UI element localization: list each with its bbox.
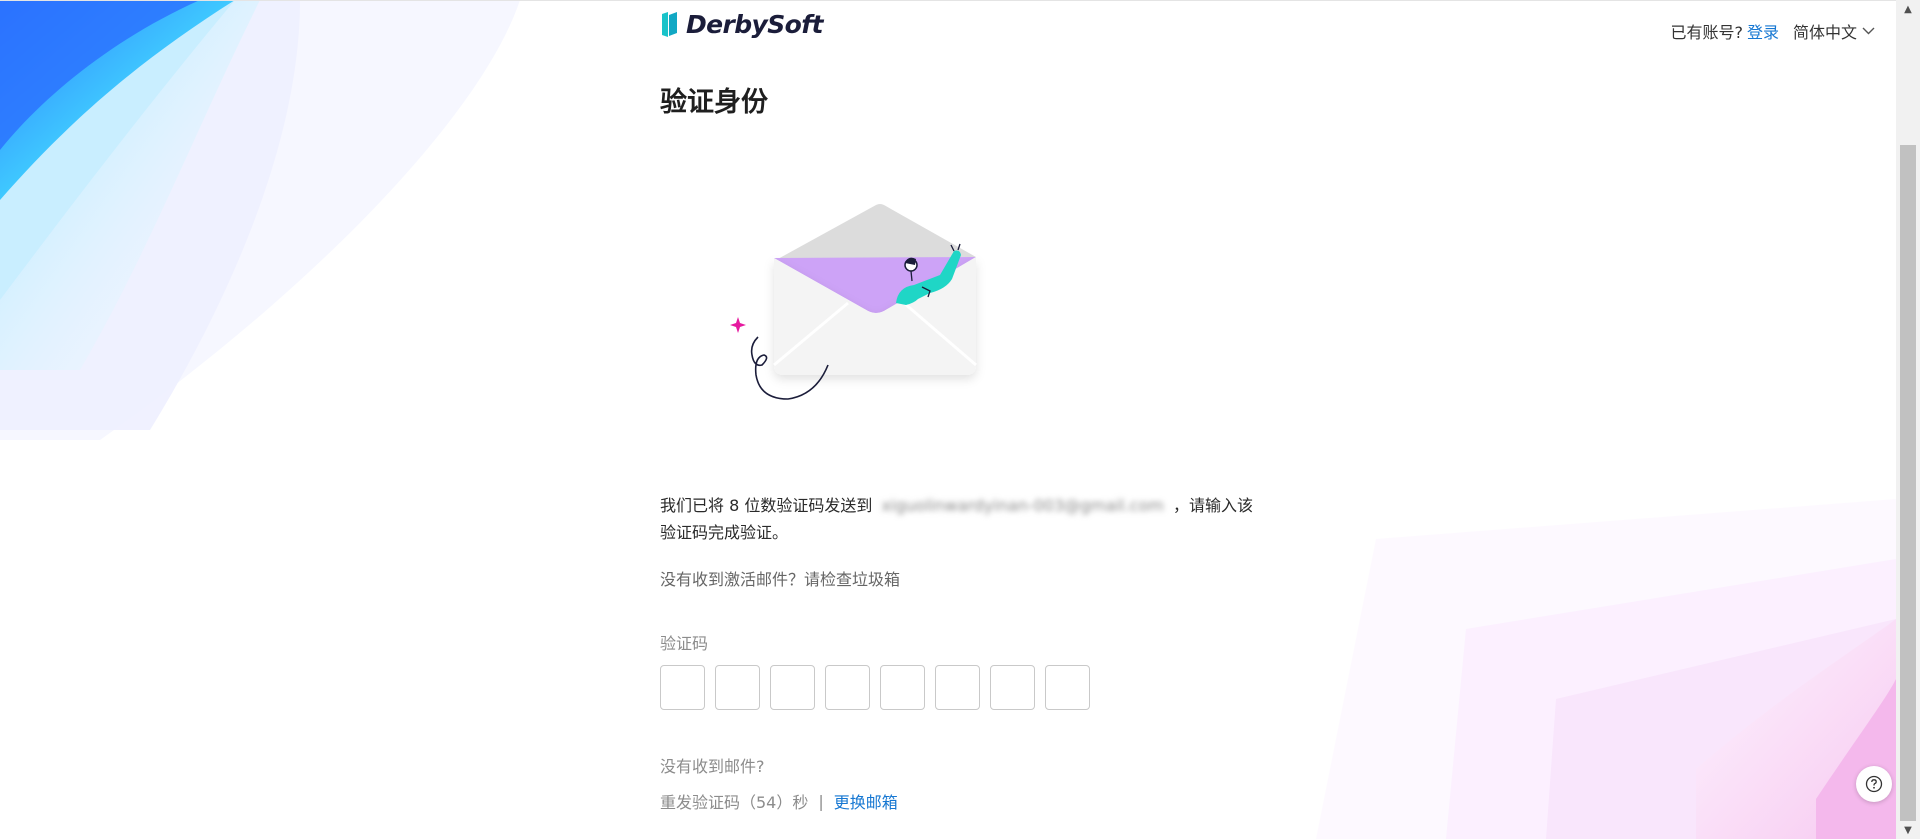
envelope-illustration xyxy=(730,204,977,400)
code-digit-5[interactable] xyxy=(880,665,925,710)
no-mail-label: 没有收到邮件? xyxy=(660,757,765,776)
login-link[interactable]: 登录 xyxy=(1747,19,1779,43)
language-label: 简体中文 xyxy=(1792,23,1857,42)
resend-countdown: 重发验证码（54）秒 xyxy=(660,793,809,812)
help-circle-icon xyxy=(1865,775,1883,793)
description-prefix: 我们已将 8 位数验证码发送到 xyxy=(660,496,873,515)
code-digit-4[interactable] xyxy=(825,665,870,710)
code-input-group xyxy=(660,665,1090,710)
scroll-up-arrow-icon[interactable]: ▲ xyxy=(1896,0,1920,18)
page-scrollbar[interactable]: ▲ ▼ xyxy=(1896,0,1920,839)
logo-text: DerbySoft xyxy=(686,10,823,39)
derbysoft-logo[interactable]: DerbySoft xyxy=(660,10,823,39)
resend-row: 重发验证码（54）秒 | 更换邮箱 xyxy=(660,789,898,813)
background-decoration-right xyxy=(1316,499,1896,839)
logo-mark-icon xyxy=(662,12,677,37)
verification-description: 我们已将 8 位数验证码发送到 xiguolinwardyinan-003@gm… xyxy=(660,492,1260,546)
code-digit-1[interactable] xyxy=(660,665,705,710)
language-selector[interactable]: 简体中文 xyxy=(1793,19,1875,43)
page-title: 验证身份 xyxy=(660,87,768,118)
scroll-down-arrow-icon[interactable]: ▼ xyxy=(1896,821,1920,839)
verify-identity-page: DerbySoft 已有账号? 登录 简体中文 验证身份 我们已将 8 位数验证… xyxy=(0,0,1920,839)
scroll-thumb[interactable] xyxy=(1900,145,1916,821)
code-digit-7[interactable] xyxy=(990,665,1035,710)
change-email-link[interactable]: 更换邮箱 xyxy=(834,789,898,813)
background-decoration-left xyxy=(0,0,520,440)
code-digit-3[interactable] xyxy=(770,665,815,710)
code-digit-6[interactable] xyxy=(935,665,980,710)
code-digit-2[interactable] xyxy=(715,665,760,710)
header-actions: 已有账号? 登录 简体中文 xyxy=(1670,19,1875,43)
masked-email: xiguolinwardyinan-003@gmail.com xyxy=(881,496,1164,515)
divider: | xyxy=(818,791,824,811)
chevron-down-icon xyxy=(1862,27,1875,35)
help-button[interactable] xyxy=(1856,766,1892,802)
account-prompt: 已有账号? xyxy=(1670,23,1743,42)
top-border xyxy=(0,0,1896,1)
code-label: 验证码 xyxy=(660,634,709,653)
code-digit-8[interactable] xyxy=(1045,665,1090,710)
spam-hint: 没有收到激活邮件？请检查垃圾箱 xyxy=(660,570,901,589)
